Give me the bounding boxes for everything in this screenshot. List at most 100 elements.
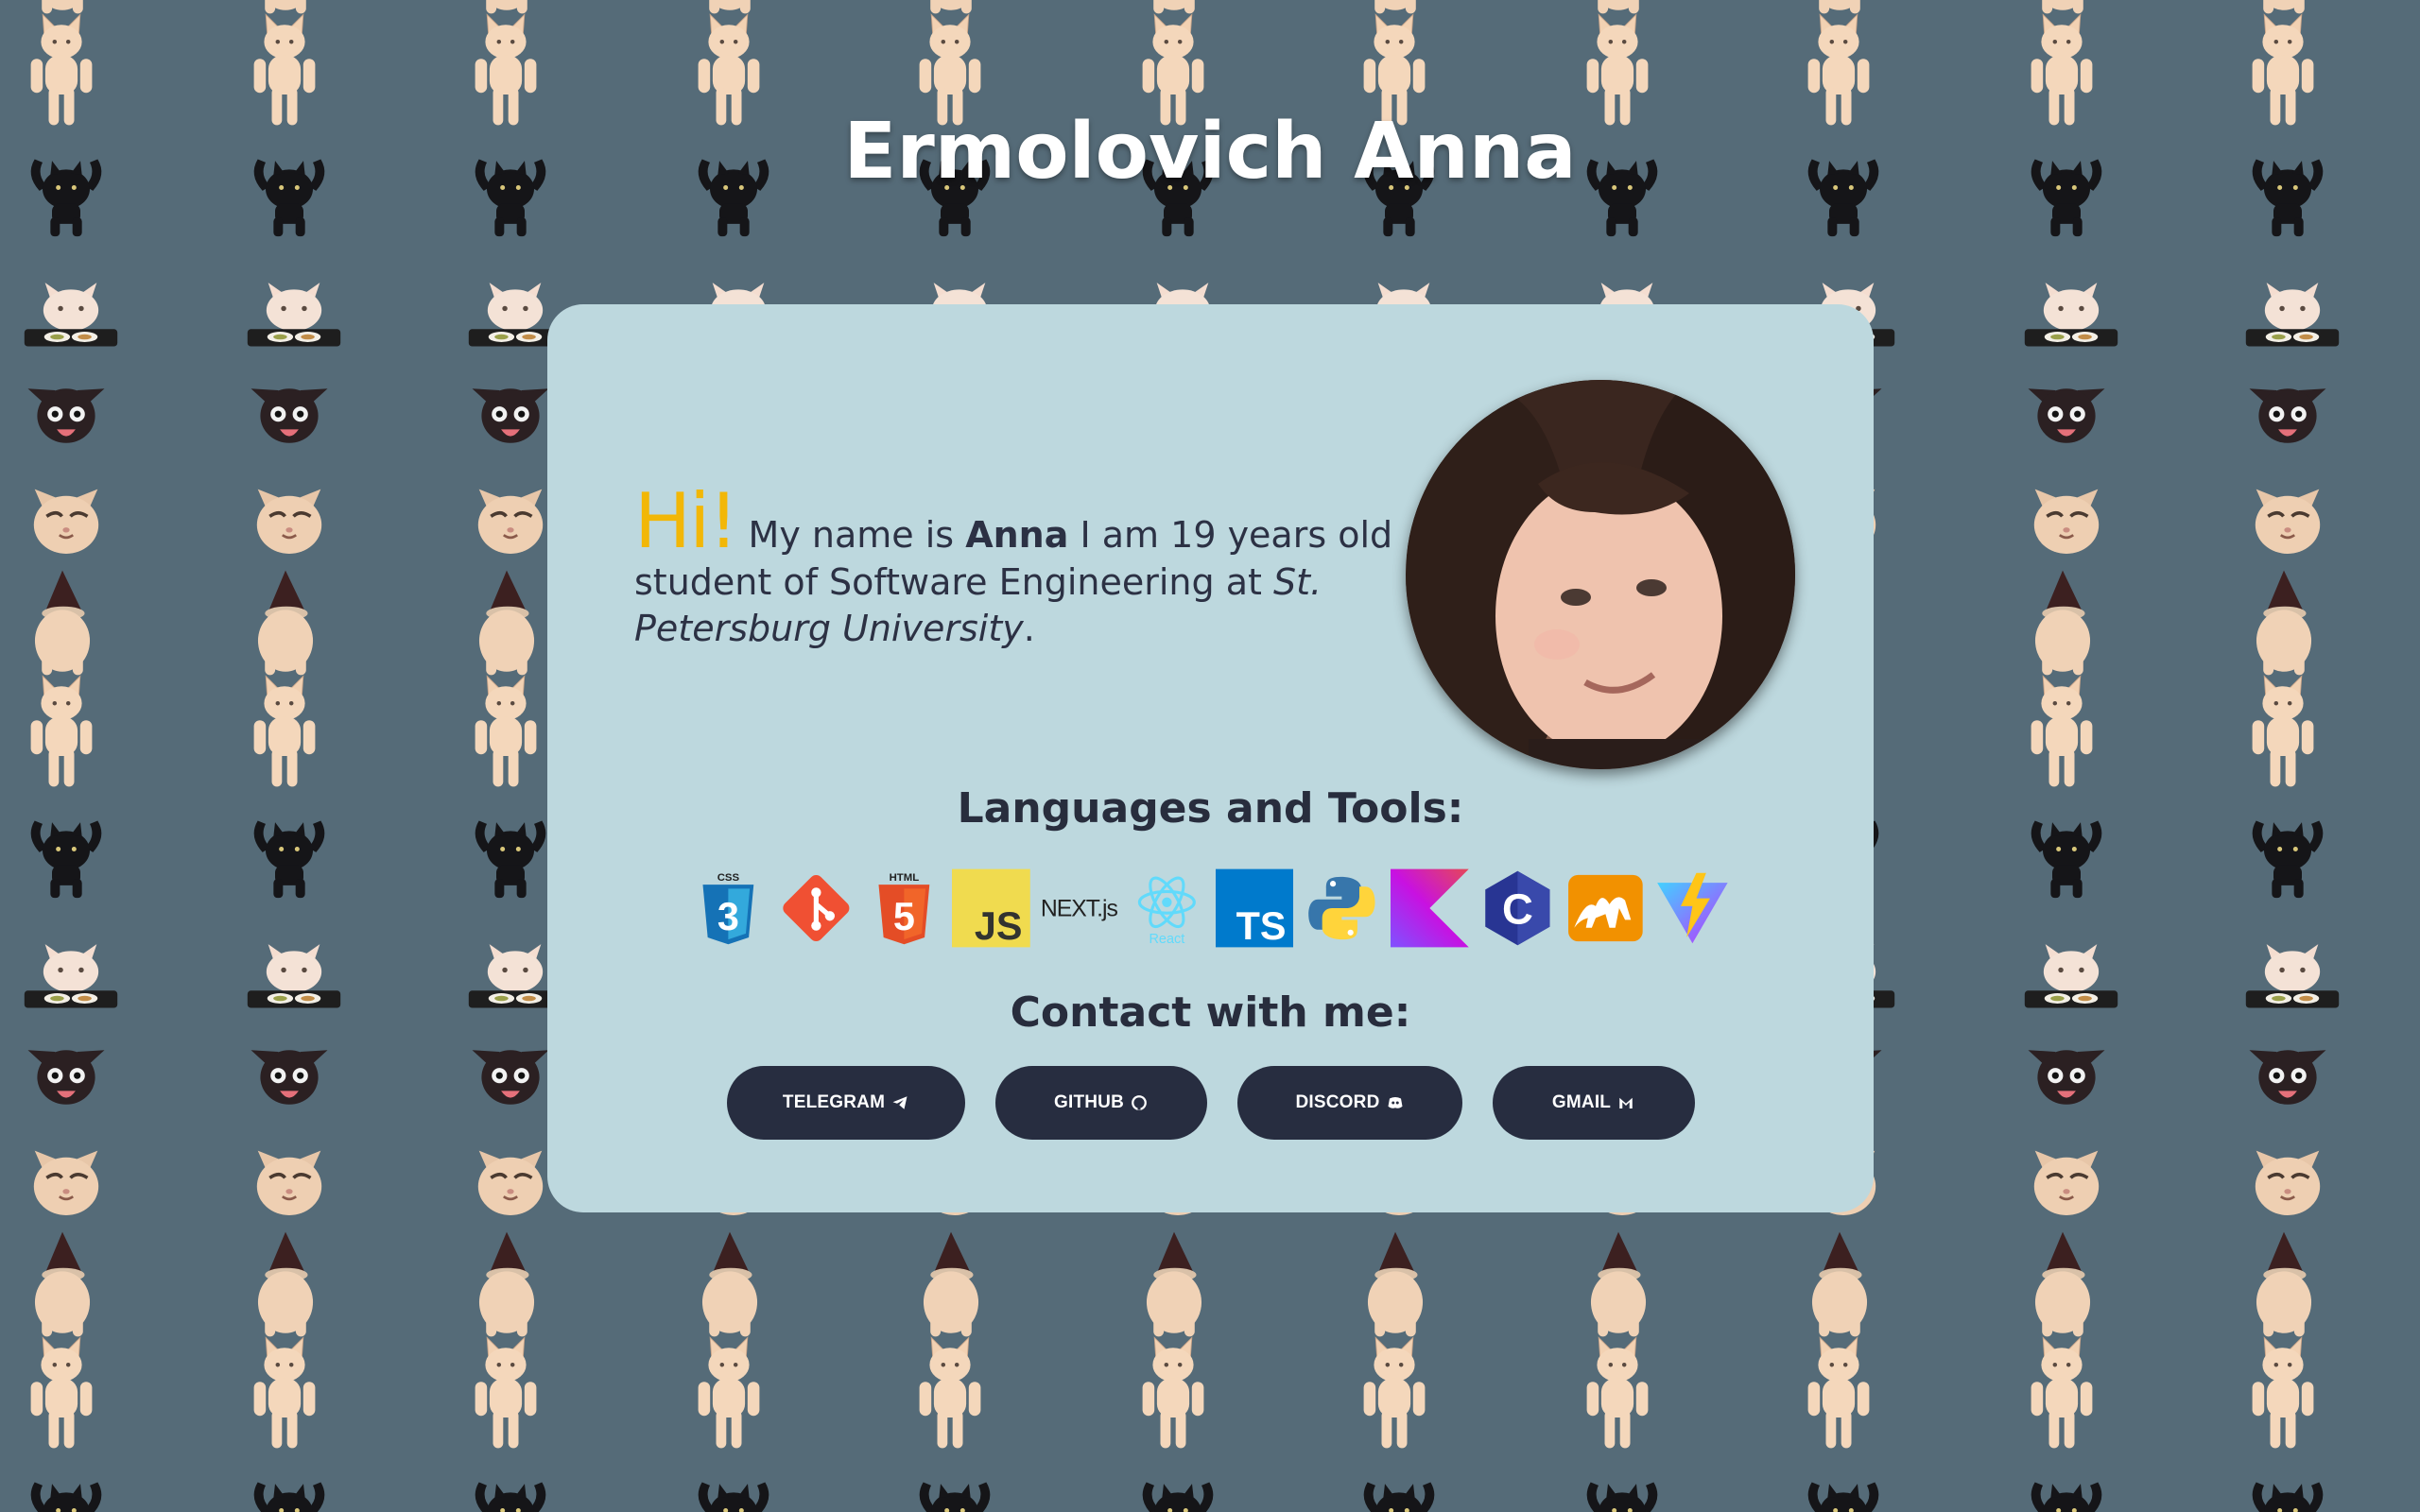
intro-end: . bbox=[1023, 608, 1035, 650]
table-cat-icon bbox=[24, 944, 118, 1008]
standing-cat-icon bbox=[919, 1336, 981, 1449]
cat-face-icon bbox=[475, 487, 545, 556]
party-hat-cat-icon bbox=[2034, 570, 2091, 676]
black-cat-icon bbox=[1586, 1482, 1658, 1512]
black-cat-icon bbox=[253, 820, 325, 899]
party-hat-cat-icon bbox=[701, 0, 758, 14]
react-icon: React bbox=[1137, 876, 1196, 947]
github-label: GITHUB bbox=[1053, 1092, 1125, 1112]
black-cat-icon bbox=[2252, 820, 2324, 899]
standing-cat-icon bbox=[253, 1336, 316, 1449]
party-hat-cat-icon bbox=[34, 1231, 91, 1337]
party-hat-cat-icon bbox=[257, 1231, 314, 1337]
black-cat-icon bbox=[475, 1482, 546, 1512]
c-label: C bbox=[1502, 885, 1533, 934]
vite-icon bbox=[1657, 872, 1728, 944]
table-cat-icon bbox=[2245, 944, 2340, 1008]
black-cat-icon bbox=[30, 820, 102, 899]
github-icon bbox=[1132, 1095, 1147, 1110]
c-icon: C bbox=[1484, 870, 1550, 946]
telegram-label: TELEGRAM bbox=[782, 1092, 886, 1112]
standing-cat-icon bbox=[475, 675, 537, 787]
table-cat-icon bbox=[247, 944, 341, 1008]
tools-heading: Languages and Tools: bbox=[957, 784, 1464, 833]
cat-face-icon bbox=[2253, 1148, 2323, 1217]
party-hat-cat-icon bbox=[1146, 0, 1202, 14]
typescript-icon: TS bbox=[1215, 868, 1294, 948]
standing-cat-icon bbox=[698, 1336, 760, 1449]
party-hat-cat-icon bbox=[2034, 1231, 2091, 1337]
react-label: React bbox=[1149, 932, 1184, 947]
cat-face-icon bbox=[254, 1148, 324, 1217]
black-cat-icon bbox=[475, 820, 546, 899]
party-hat-cat-icon bbox=[1590, 0, 1647, 14]
black-cat-icon bbox=[698, 1482, 769, 1512]
intro-text: Hi! My name is Anna I am 19 years old st… bbox=[634, 484, 1409, 653]
standing-cat-icon bbox=[2031, 675, 2093, 787]
party-hat-cat-icon bbox=[2034, 0, 2091, 14]
standing-cat-icon bbox=[2031, 1336, 2093, 1449]
table-cat-icon bbox=[24, 283, 118, 347]
black-cat-icon bbox=[1807, 1482, 1879, 1512]
party-hat-cat-icon bbox=[923, 0, 979, 14]
black-cat-icon bbox=[919, 1482, 991, 1512]
intro-text-before-name: My name is bbox=[748, 514, 955, 556]
ocaml-icon bbox=[1567, 874, 1643, 942]
chihuahua-icon bbox=[2249, 388, 2326, 443]
python-icon bbox=[1308, 876, 1375, 940]
party-hat-cat-icon bbox=[701, 1231, 758, 1337]
black-cat-icon bbox=[30, 1482, 102, 1512]
party-hat-cat-icon bbox=[2256, 1231, 2312, 1337]
chihuahua-icon bbox=[472, 1050, 549, 1105]
standing-cat-icon bbox=[30, 675, 93, 787]
cat-face-icon bbox=[475, 1148, 545, 1217]
gmail-label: GMAIL bbox=[1551, 1092, 1612, 1112]
kotlin-icon bbox=[1391, 868, 1469, 948]
html5-label: HTML bbox=[889, 872, 919, 884]
css3-label: CSS bbox=[717, 872, 740, 884]
discord-button[interactable]: DISCORD bbox=[1236, 1066, 1462, 1140]
html5-icon: HTML 5 bbox=[877, 872, 929, 945]
chihuahua-icon bbox=[27, 1050, 105, 1105]
party-hat-cat-icon bbox=[257, 570, 314, 676]
standing-cat-icon bbox=[253, 675, 316, 787]
party-hat-cat-icon bbox=[478, 0, 535, 14]
git-icon bbox=[783, 874, 850, 942]
chihuahua-icon bbox=[2028, 1050, 2105, 1105]
party-hat-cat-icon bbox=[34, 570, 91, 676]
standing-cat-icon bbox=[1363, 1336, 1426, 1449]
black-cat-icon bbox=[1363, 1482, 1435, 1512]
standing-cat-icon bbox=[30, 1336, 93, 1449]
party-hat-cat-icon bbox=[1367, 0, 1424, 14]
typescript-label: TS bbox=[1236, 904, 1286, 948]
gmail-button[interactable]: GMAIL bbox=[1492, 1066, 1695, 1140]
nextjs-icon: NEXT.js bbox=[1041, 896, 1118, 921]
party-hat-cat-icon bbox=[478, 570, 535, 676]
standing-cat-icon bbox=[1807, 1336, 1870, 1449]
table-cat-icon bbox=[2024, 283, 2118, 347]
chihuahua-icon bbox=[251, 1050, 328, 1105]
standing-cat-icon bbox=[1142, 1336, 1204, 1449]
page-title: Ermolovich Anna bbox=[843, 107, 1577, 197]
cat-face-icon bbox=[254, 487, 324, 556]
cat-face-icon bbox=[2253, 487, 2323, 556]
chihuahua-icon bbox=[2028, 388, 2105, 443]
black-cat-icon bbox=[2252, 1482, 2324, 1512]
party-hat-cat-icon bbox=[1590, 1231, 1647, 1337]
telegram-button[interactable]: TELEGRAM bbox=[726, 1066, 965, 1140]
party-hat-cat-icon bbox=[1146, 1231, 1202, 1337]
cat-face-icon bbox=[2031, 1148, 2101, 1217]
party-hat-cat-icon bbox=[478, 1231, 535, 1337]
avatar bbox=[1406, 380, 1795, 769]
github-button[interactable]: GITHUB bbox=[994, 1066, 1207, 1140]
chihuahua-icon bbox=[2249, 1050, 2326, 1105]
javascript-label: JS bbox=[975, 904, 1023, 948]
black-cat-icon bbox=[1142, 1482, 1214, 1512]
discord-label: DISCORD bbox=[1295, 1092, 1380, 1112]
party-hat-cat-icon bbox=[34, 0, 91, 14]
greeting: Hi! bbox=[634, 477, 738, 565]
party-hat-cat-icon bbox=[1811, 1231, 1868, 1337]
svg-text:5: 5 bbox=[892, 895, 914, 938]
standing-cat-icon bbox=[2252, 675, 2314, 787]
black-cat-icon bbox=[2031, 1482, 2102, 1512]
